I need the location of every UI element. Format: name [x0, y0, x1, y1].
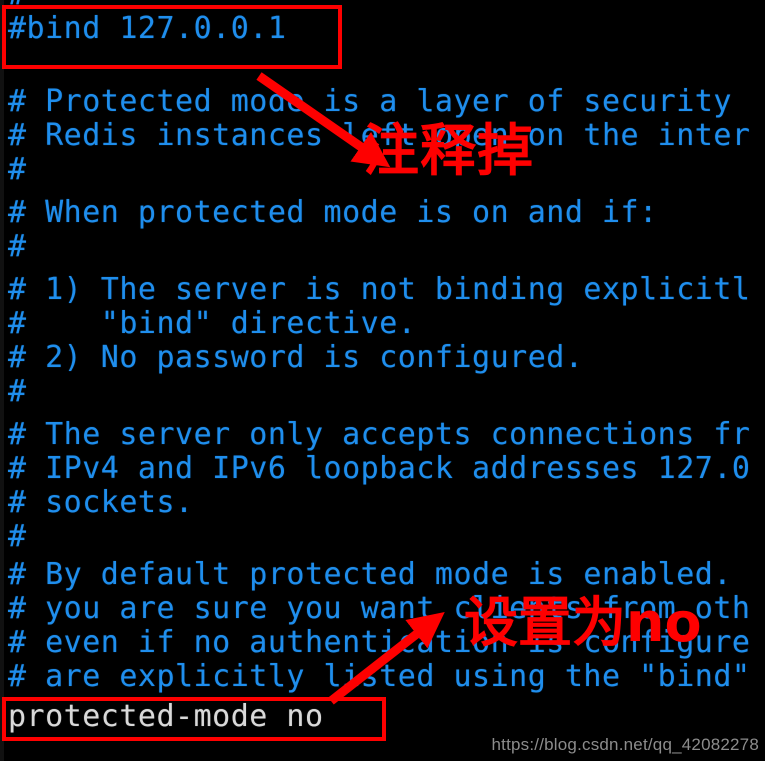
set-to-no-note: 设置为no: [464, 591, 702, 654]
comment-out-arrow: [256, 72, 391, 168]
comment-out-note: 注释掉: [363, 119, 534, 184]
blog-watermark: https://blog.csdn.net/qq_42082278: [491, 735, 759, 754]
screenshot-root: ##bind 127.0.0.1# Protected mode is a la…: [0, 0, 765, 761]
set-to-no-arrow: [328, 612, 445, 705]
